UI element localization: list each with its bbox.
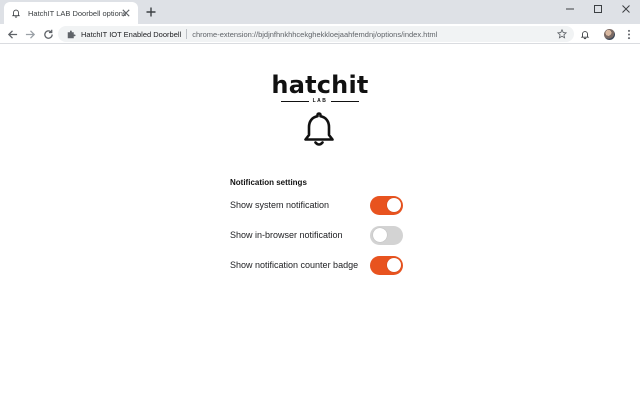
- puzzle-icon: [66, 29, 76, 39]
- bell-icon: [10, 7, 22, 19]
- browser-tab[interactable]: HatchIT LAB Doorbell options: [4, 2, 138, 24]
- tab-strip: HatchIT LAB Doorbell options: [0, 0, 640, 24]
- bookmark-star-icon[interactable]: [556, 28, 568, 40]
- section-heading: Notification settings: [230, 178, 307, 187]
- setting-label: Show notification counter badge: [230, 260, 359, 270]
- logo-lab-text: LAB: [312, 98, 328, 104]
- site-name: HatchIT IOT Enabled Doorbell: [81, 29, 182, 39]
- forward-button[interactable]: [23, 27, 37, 41]
- avatar: [603, 28, 615, 40]
- toggle-knob: [386, 198, 401, 212]
- close-window-button[interactable]: [612, 0, 640, 18]
- setting-row-counter-badge: Show notification counter badge: [230, 250, 410, 280]
- logo-wordmark: hatchit: [271, 71, 369, 99]
- setting-row-in-browser-notification: Show in-browser notification: [230, 220, 410, 250]
- notification-counter-badge-toggle[interactable]: [370, 255, 403, 275]
- new-tab-button[interactable]: [144, 5, 158, 19]
- address-bar[interactable]: HatchIT IOT Enabled Doorbell chrome-exte…: [58, 26, 574, 42]
- hatchit-lab-logo: hatchit LAB: [270, 72, 370, 104]
- in-browser-notification-toggle[interactable]: [370, 225, 403, 245]
- logo-divider-right: [331, 100, 360, 102]
- back-button[interactable]: [5, 27, 19, 41]
- address-separator: [186, 29, 188, 39]
- logo-divider-left: [280, 100, 309, 102]
- profile-avatar[interactable]: [602, 27, 616, 41]
- toggle-knob: [386, 258, 401, 272]
- browser-toolbar: HatchIT IOT Enabled Doorbell chrome-exte…: [0, 24, 640, 44]
- url-text[interactable]: chrome-extension://bjdjnfhnkhhcekghekklo…: [192, 30, 482, 39]
- notification-settings: Notification settings Show system notifi…: [230, 178, 410, 280]
- doorbell-bell-icon: [301, 110, 337, 148]
- setting-label: Show system notification: [230, 200, 330, 210]
- tab-title: HatchIT LAB Doorbell options: [28, 8, 126, 18]
- minimize-button[interactable]: [556, 0, 584, 18]
- reload-button[interactable]: [41, 27, 55, 41]
- close-tab-icon[interactable]: [120, 7, 132, 19]
- toggle-knob: [372, 228, 387, 242]
- system-notification-toggle[interactable]: [370, 195, 403, 215]
- extension-bell-icon[interactable]: [578, 27, 592, 41]
- menu-kebab-icon[interactable]: [622, 27, 636, 41]
- setting-row-system-notification: Show system notification: [230, 190, 410, 220]
- maximize-button[interactable]: [584, 0, 612, 18]
- setting-label: Show in-browser notification: [230, 230, 343, 240]
